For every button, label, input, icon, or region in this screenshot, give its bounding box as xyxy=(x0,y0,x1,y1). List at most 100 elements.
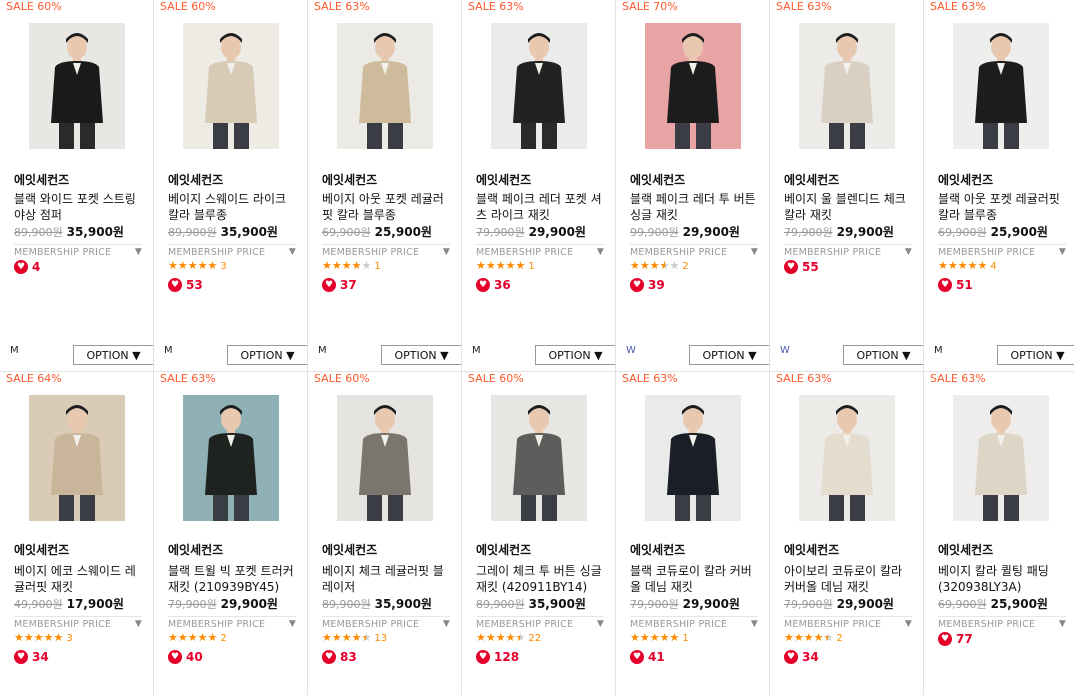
rating-count: 2 xyxy=(682,261,689,272)
product-card[interactable]: SALE 63% 에잇세컨즈 베이지 아웃 포켓 레귤러핏 칼라 블루종 69,90… xyxy=(307,0,462,371)
option-dropdown[interactable]: OPTION ▼ xyxy=(689,345,769,365)
membership-price-toggle[interactable]: MEMBERSHIP PRICE ▼ xyxy=(938,244,1066,258)
product-card[interactable]: SALE 63% 에잇세컨즈 베이지 울 블렌디드 체크 칼라 재킷 79,900원… xyxy=(769,0,924,371)
membership-price-toggle[interactable]: MEMBERSHIP PRICE ▼ xyxy=(784,244,912,258)
brand-name[interactable]: 에잇세컨즈 xyxy=(784,541,839,558)
option-dropdown[interactable]: OPTION ▼ xyxy=(997,345,1074,365)
product-card[interactable]: SALE 63% 에잇세컨즈 아이보리 코듀로이 칼라 커버올 데님 재킷 79,9… xyxy=(769,371,924,695)
product-card[interactable]: SALE 64% 에잇세컨즈 베이지 에코 스웨이드 레귤러핏 재킷 49,900원… xyxy=(0,371,154,695)
product-name[interactable]: 블랙 코듀로이 칼라 커버올 데님 재킷 xyxy=(630,563,758,595)
brand-name[interactable]: 에잇세컨즈 xyxy=(14,171,69,188)
product-card[interactable]: SALE 63% 에잇세컨즈 블랙 페이크 레더 포켓 셔츠 라이크 재킷 79,9… xyxy=(461,0,616,371)
like-button[interactable]: ♥ 4 xyxy=(14,260,40,274)
product-image[interactable] xyxy=(799,23,895,149)
product-image[interactable] xyxy=(491,395,587,521)
product-card[interactable]: SALE 63% 에잇세컨즈 블랙 트윌 빅 포켓 트러커 재킷 (210939B… xyxy=(153,371,308,695)
membership-price-toggle[interactable]: MEMBERSHIP PRICE ▼ xyxy=(630,244,758,258)
product-name[interactable]: 블랙 페이크 레더 투 버튼 싱글 재킷 xyxy=(630,191,758,223)
price-row: 69,900원 25,900원 xyxy=(322,223,432,240)
brand-name[interactable]: 에잇세컨즈 xyxy=(168,541,223,558)
membership-price-toggle[interactable]: MEMBERSHIP PRICE ▼ xyxy=(322,616,450,630)
like-button[interactable]: ♥ 40 xyxy=(168,650,203,664)
sale-badge: SALE 60% xyxy=(158,0,218,14)
product-image[interactable] xyxy=(645,23,741,149)
membership-price-toggle[interactable]: MEMBERSHIP PRICE ▼ xyxy=(476,616,604,630)
membership-price-toggle[interactable]: MEMBERSHIP PRICE ▼ xyxy=(168,244,296,258)
like-button[interactable]: ♥ 34 xyxy=(784,650,819,664)
original-price: 79,900원 xyxy=(630,598,679,611)
sale-badge: SALE 60% xyxy=(466,372,526,386)
like-button[interactable]: ♥ 83 xyxy=(322,650,357,664)
product-name[interactable]: 베이지 울 블렌디드 체크 칼라 재킷 xyxy=(784,191,912,223)
product-image[interactable] xyxy=(29,23,125,149)
product-name[interactable]: 베이지 에코 스웨이드 레귤러핏 재킷 xyxy=(14,563,142,595)
product-image[interactable] xyxy=(337,23,433,149)
brand-name[interactable]: 에잇세컨즈 xyxy=(322,171,377,188)
product-card[interactable]: SALE 70% 에잇세컨즈 블랙 페이크 레더 투 버튼 싱글 재킷 99,900… xyxy=(615,0,770,371)
product-card[interactable]: SALE 60% 에잇세컨즈 베이지 체크 레귤러핏 블레이저 89,900원 35,… xyxy=(307,371,462,695)
like-button[interactable]: ♥ 34 xyxy=(14,650,49,664)
brand-name[interactable]: 에잇세컨즈 xyxy=(938,541,993,558)
rating-stars: ★★★★★ 1 xyxy=(476,259,535,272)
product-card[interactable]: SALE 63% 에잇세컨즈 블랙 아웃 포켓 레귤러핏 칼라 블루종 69,900… xyxy=(923,0,1074,371)
membership-price-toggle[interactable]: MEMBERSHIP PRICE ▼ xyxy=(14,244,142,258)
brand-name[interactable]: 에잇세컨즈 xyxy=(938,171,993,188)
sale-price: 35,900원 xyxy=(374,597,432,611)
product-name[interactable]: 블랙 페이크 레더 포켓 셔츠 라이크 재킷 xyxy=(476,191,604,223)
option-dropdown[interactable]: OPTION ▼ xyxy=(227,345,307,365)
like-button[interactable]: ♥ 53 xyxy=(168,278,203,292)
brand-name[interactable]: 에잇세컨즈 xyxy=(476,541,531,558)
product-card[interactable]: SALE 60% 에잇세컨즈 블랙 와이드 포켓 스트링 야상 점퍼 89,900원… xyxy=(0,0,154,371)
brand-name[interactable]: 에잇세컨즈 xyxy=(322,541,377,558)
product-image[interactable] xyxy=(29,395,125,521)
product-image[interactable] xyxy=(183,23,279,149)
brand-name[interactable]: 에잇세컨즈 xyxy=(14,541,69,558)
product-image[interactable] xyxy=(953,23,1049,149)
product-image[interactable] xyxy=(953,395,1049,521)
like-button[interactable]: ♥ 36 xyxy=(476,278,511,292)
membership-price-toggle[interactable]: MEMBERSHIP PRICE ▼ xyxy=(784,616,912,630)
membership-price-toggle[interactable]: MEMBERSHIP PRICE ▼ xyxy=(322,244,450,258)
product-image[interactable] xyxy=(799,395,895,521)
product-card[interactable]: SALE 63% 에잇세컨즈 블랙 코듀로이 칼라 커버올 데님 재킷 79,900… xyxy=(615,371,770,695)
product-name[interactable]: 블랙 아웃 포켓 레귤러핏 칼라 블루종 xyxy=(938,191,1066,223)
product-name[interactable]: 베이지 아웃 포켓 레귤러핏 칼라 블루종 xyxy=(322,191,450,223)
product-name[interactable]: 베이지 체크 레귤러핏 블레이저 xyxy=(322,563,450,595)
option-dropdown[interactable]: OPTION ▼ xyxy=(843,345,923,365)
membership-price-toggle[interactable]: MEMBERSHIP PRICE ▼ xyxy=(476,244,604,258)
brand-name[interactable]: 에잇세컨즈 xyxy=(630,541,685,558)
product-name[interactable]: 베이지 스웨이드 라이크 칼라 블루종 xyxy=(168,191,296,223)
product-card[interactable]: SALE 60% 에잇세컨즈그레이 체크 투 버튼 싱글 재킷 (420911B… xyxy=(461,371,616,695)
brand-name[interactable]: 에잇세컨즈 xyxy=(168,171,223,188)
option-dropdown[interactable]: OPTION ▼ xyxy=(73,345,153,365)
membership-price-toggle[interactable]: MEMBERSHIP PRICE ▼ xyxy=(168,616,296,630)
brand-name[interactable]: 에잇세컨즈 xyxy=(476,171,531,188)
like-button[interactable]: ♥ 37 xyxy=(322,278,357,292)
price-row: 69,900원 25,900원 xyxy=(938,595,1048,612)
membership-price-toggle[interactable]: MEMBERSHIP PRICE ▼ xyxy=(938,616,1066,630)
product-name[interactable]: 아이보리 코듀로이 칼라 커버올 데님 재킷 xyxy=(784,563,912,595)
product-name[interactable]: 블랙 트윌 빅 포켓 트러커 재킷 (210939BY45) xyxy=(168,563,296,595)
brand-name[interactable]: 에잇세컨즈 xyxy=(630,171,685,188)
option-dropdown[interactable]: OPTION ▼ xyxy=(381,345,461,365)
product-image[interactable] xyxy=(337,395,433,521)
product-name[interactable]: 그레이 체크 투 버튼 싱글 재킷 (420911BY14) xyxy=(476,563,604,595)
like-button[interactable]: ♥ 39 xyxy=(630,278,665,292)
like-button[interactable]: ♥ 41 xyxy=(630,650,665,664)
option-dropdown[interactable]: OPTION ▼ xyxy=(535,345,615,365)
like-button[interactable]: ♥ 128 xyxy=(476,650,519,664)
product-image[interactable] xyxy=(491,23,587,149)
like-button[interactable]: ♥ 77 xyxy=(938,632,973,646)
membership-price-toggle[interactable]: MEMBERSHIP PRICE ▼ xyxy=(630,616,758,630)
product-card[interactable]: SALE 60% 에잇세컨즈 베이지 스웨이드 라이크 칼라 블루종 89,900원… xyxy=(153,0,308,371)
product-card[interactable]: SALE 63% 에잇세컨즈 베이지 칼라 퀼팅 패딩 (320938LY3A) 6… xyxy=(923,371,1074,695)
price-row: 89,900원 35,900원 xyxy=(14,223,124,240)
brand-name[interactable]: 에잇세컨즈 xyxy=(784,171,839,188)
membership-price-toggle[interactable]: MEMBERSHIP PRICE ▼ xyxy=(14,616,142,630)
product-name[interactable]: 베이지 칼라 퀼팅 패딩 (320938LY3A) xyxy=(938,563,1066,595)
product-image[interactable] xyxy=(183,395,279,521)
like-button[interactable]: ♥ 51 xyxy=(938,278,973,292)
like-button[interactable]: ♥ 55 xyxy=(784,260,819,274)
product-image[interactable] xyxy=(645,395,741,521)
product-name[interactable]: 블랙 와이드 포켓 스트링 야상 점퍼 xyxy=(14,191,142,223)
